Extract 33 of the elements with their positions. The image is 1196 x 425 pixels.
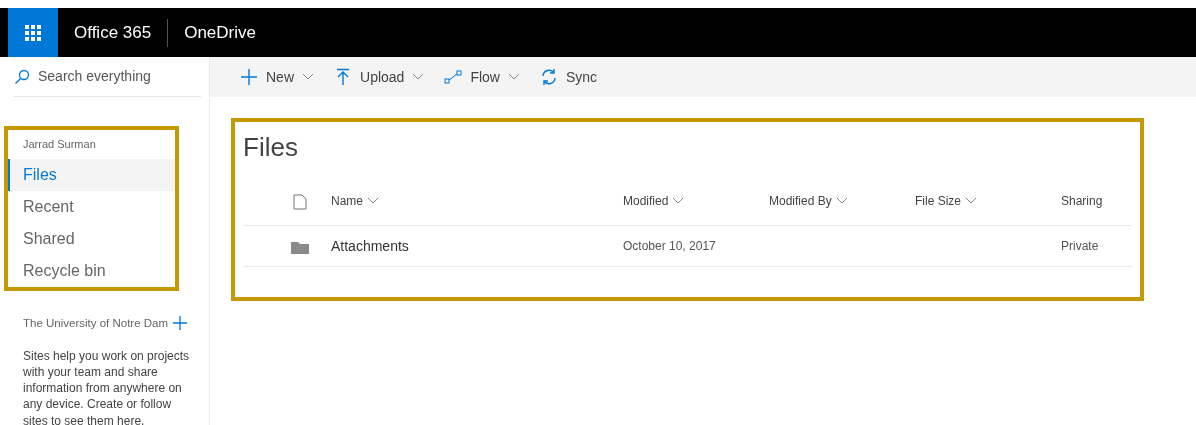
search-field[interactable]: Search everything xyxy=(14,57,201,97)
add-icon[interactable] xyxy=(172,315,189,332)
sync-icon xyxy=(539,68,558,86)
nav-item[interactable]: Files xyxy=(8,158,175,191)
command-button[interactable]: Upload xyxy=(328,57,431,97)
table-cell: October 10, 2017 xyxy=(623,239,716,254)
app-name[interactable]: OneDrive xyxy=(168,19,272,46)
nav-item[interactable]: Shared xyxy=(8,222,175,255)
command-button[interactable]: Flow xyxy=(438,57,526,97)
app-launcher-button[interactable] xyxy=(8,8,58,57)
column-header[interactable]: Modified xyxy=(623,192,769,210)
file-name[interactable]: Attachments xyxy=(331,237,409,254)
column-header[interactable]: Sharing xyxy=(1061,192,1131,210)
file-icon xyxy=(293,193,307,210)
sites-description: Sites help you work on projects with your team and share information from anywhere on any device. Create or follow sites to see them here. xyxy=(22,347,191,425)
nav-item[interactable]: Recent xyxy=(8,190,175,223)
folder-icon xyxy=(291,239,309,254)
upload-icon xyxy=(334,68,352,86)
plus-icon xyxy=(240,68,258,86)
column-header[interactable]: Modified By xyxy=(769,192,915,210)
column-header[interactable]: Name xyxy=(331,192,623,210)
sites-heading: The University of Notre Dam xyxy=(23,315,169,331)
command-button[interactable]: Sync xyxy=(533,57,604,97)
column-header[interactable]: File Size xyxy=(915,192,1061,210)
page-title: Files xyxy=(243,131,299,164)
flow-icon xyxy=(444,68,463,86)
search-icon xyxy=(14,68,30,85)
user-name: Jarrad Surman xyxy=(22,137,97,152)
suite-name[interactable]: Office 365 xyxy=(58,19,168,46)
table-cell: Private xyxy=(1061,239,1099,254)
command-button[interactable]: New xyxy=(234,57,320,97)
waffle-icon xyxy=(24,23,42,42)
nav-item[interactable]: Recycle bin xyxy=(8,254,175,287)
